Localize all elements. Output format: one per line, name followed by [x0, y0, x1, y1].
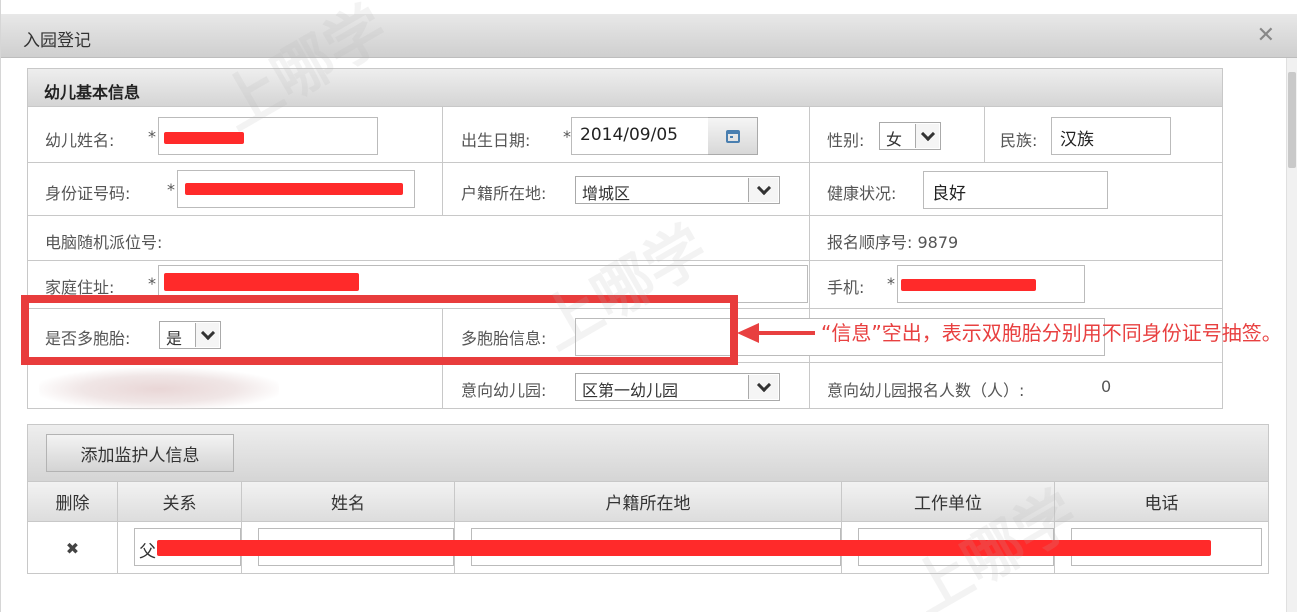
col-divider — [809, 107, 810, 408]
chevron-down-icon — [748, 178, 778, 202]
annotation-note: “信息”空出，表示双胞胎分别用不同身份证号抽签。 — [821, 321, 1282, 345]
gender-label: 性别: — [827, 131, 865, 150]
guardian-header: 添加监护人信息 — [28, 425, 1268, 482]
section-title: 幼儿基本信息 — [44, 83, 141, 102]
redaction-mark — [901, 279, 1036, 291]
redaction-mark — [164, 132, 244, 144]
signup-order: 报名顺序号: 9879 — [827, 233, 959, 252]
col-header-delete: 删除 — [28, 482, 118, 522]
kindergarten-count-value: 0 — [1101, 377, 1112, 396]
row-divider — [27, 162, 1223, 163]
hukou-value: 增城区 — [582, 184, 631, 203]
birth-date-label: 出生日期: — [461, 131, 531, 150]
chevron-down-icon — [915, 124, 939, 148]
col-header-hukou: 户籍所在地 — [455, 482, 842, 522]
health-label: 健康状况: — [827, 184, 897, 203]
calendar-icon — [725, 129, 740, 143]
required-mark: * — [167, 180, 175, 199]
section-header: 幼儿基本信息 — [28, 69, 1222, 107]
ethnicity-input[interactable]: 汉族 — [1051, 117, 1171, 155]
id-number-label: 身份证号码: — [45, 184, 131, 203]
phone-label: 手机: — [827, 278, 865, 297]
col-divider — [984, 107, 985, 162]
col-header-name: 姓名 — [242, 482, 455, 522]
kindergarten-select[interactable]: 区第一幼儿园 — [575, 373, 780, 401]
health-input[interactable]: 良好 — [923, 171, 1108, 209]
kindergarten-label: 意向幼儿园: — [461, 381, 547, 400]
row-divider — [27, 215, 1223, 216]
date-picker-button[interactable] — [708, 117, 758, 155]
child-name-label: 幼儿姓名: — [45, 131, 115, 150]
blurred-area — [39, 368, 279, 410]
table-cell-delete: ✖ — [28, 522, 118, 574]
highlight-box — [21, 295, 738, 365]
required-mark: * — [148, 274, 156, 293]
gender-value: 女 — [886, 130, 903, 149]
dialog-title: 入园登记 — [23, 31, 91, 51]
annotation-arrow — [745, 331, 815, 335]
random-number-label: 电脑随机派位号: — [45, 233, 163, 252]
enrollment-dialog: 入园登记 ✕ 幼儿基本信息 幼儿姓名: * 出生日期: * 2014/09/05… — [0, 0, 1297, 612]
hukou-label: 户籍所在地: — [461, 184, 547, 203]
row-divider — [27, 260, 1223, 261]
redaction-mark — [185, 183, 403, 195]
ethnicity-label: 民族: — [1000, 131, 1038, 150]
birth-date-input[interactable]: 2014/09/05 — [571, 117, 709, 155]
required-mark: * — [563, 127, 571, 146]
redaction-mark — [164, 273, 359, 291]
add-guardian-button[interactable]: 添加监护人信息 — [46, 434, 234, 472]
required-mark: * — [887, 274, 895, 293]
kindergarten-value: 区第一幼儿园 — [582, 381, 679, 400]
gender-select[interactable]: 女 — [879, 122, 941, 150]
close-icon[interactable]: ✕ — [1257, 23, 1275, 48]
chevron-down-icon — [748, 375, 778, 399]
required-mark: * — [148, 127, 156, 146]
dialog-titlebar: 入园登记 ✕ — [1, 14, 1297, 58]
col-divider — [442, 107, 443, 215]
redaction-mark — [157, 540, 1211, 556]
delete-row-icon[interactable]: ✖ — [28, 522, 117, 574]
hukou-select[interactable]: 增城区 — [575, 176, 780, 204]
kindergarten-count-label: 意向幼儿园报名人数（人）: — [827, 381, 1025, 400]
scrollbar-thumb[interactable] — [1288, 72, 1296, 168]
col-header-relation: 关系 — [118, 482, 242, 522]
col-header-employer: 工作单位 — [842, 482, 1055, 522]
col-header-phone: 电话 — [1055, 482, 1268, 522]
